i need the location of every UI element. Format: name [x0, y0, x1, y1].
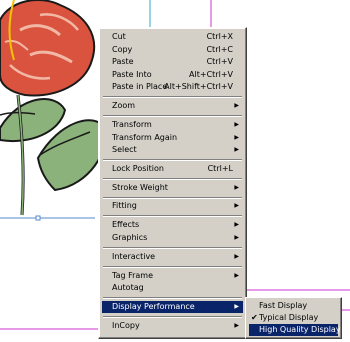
submenu-item-high-quality-display[interactable]: High Quality Display: [249, 324, 341, 336]
menu-item-select[interactable]: Select ▶: [102, 144, 243, 156]
menu-item-shortcut: Ctrl+L: [207, 164, 233, 173]
submenu-arrow-icon: ▶: [234, 253, 239, 260]
menu-item-label: Paste in Place: [112, 82, 168, 91]
submenu-arrow-icon: ▶: [234, 184, 239, 191]
menu-item-graphics[interactable]: Graphics ▶: [102, 232, 243, 244]
submenu-arrow-icon: ▶: [234, 322, 239, 329]
submenu-arrow-icon: ▶: [234, 121, 239, 128]
menu-item-fitting[interactable]: Fitting ▶: [102, 200, 243, 212]
menu-separator: [103, 247, 242, 249]
submenu-arrow-icon: ▶: [234, 202, 239, 209]
submenu-item-fast-display[interactable]: Fast Display: [249, 300, 338, 312]
menu-item-stroke-weight[interactable]: Stroke Weight ▶: [102, 182, 243, 194]
menu-item-copy[interactable]: Copy Ctrl+C: [102, 44, 243, 56]
menu-item-effects[interactable]: Effects ▶: [102, 219, 243, 231]
menu-item-label: Cut: [112, 32, 126, 41]
menu-item-cut[interactable]: Cut Ctrl+X: [102, 31, 243, 43]
submenu-arrow-icon: ▶: [234, 146, 239, 153]
menu-item-label: Paste Into: [112, 70, 152, 79]
menu-item-label: Transform: [112, 120, 152, 129]
submenu-arrow-icon: ▶: [234, 102, 239, 109]
menu-item-label: Lock Position: [112, 164, 164, 173]
menu-separator: [103, 297, 242, 299]
submenu-item-label: Fast Display: [259, 301, 308, 310]
menu-item-shortcut: Ctrl+X: [206, 32, 233, 41]
menu-item-label: Graphics: [112, 233, 148, 242]
display-performance-submenu: Fast Display ✔ Typical Display High Quali…: [245, 297, 342, 339]
menu-item-label: Effects: [112, 220, 140, 229]
menu-item-label: Tag Frame: [112, 271, 154, 280]
submenu-arrow-icon: ▶: [234, 221, 239, 228]
menu-item-label: Zoom: [112, 101, 136, 110]
menu-item-label: Fitting: [112, 201, 137, 210]
menu-separator: [103, 266, 242, 268]
menu-item-label: Autotag: [112, 283, 144, 292]
menu-separator: [103, 197, 242, 199]
menu-separator: [103, 159, 242, 161]
checkmark-icon: ✔: [251, 313, 258, 322]
menu-separator: [103, 178, 242, 180]
submenu-arrow-icon: ▶: [234, 303, 239, 310]
menu-item-paste[interactable]: Paste Ctrl+V: [102, 56, 243, 68]
menu-item-shortcut: Ctrl+C: [206, 45, 233, 54]
menu-item-lock-position[interactable]: Lock Position Ctrl+L: [102, 163, 243, 175]
context-menu: Cut Ctrl+X Copy Ctrl+C Paste Ctrl+V Paste I…: [98, 27, 247, 339]
menu-item-label: Stroke Weight: [112, 183, 168, 192]
menu-separator: [103, 316, 242, 318]
submenu-item-label: Typical Display: [259, 313, 319, 322]
menu-item-label: Transform Again: [112, 133, 178, 142]
menu-item-transform[interactable]: Transform ▶: [102, 119, 243, 131]
menu-item-interactive[interactable]: Interactive ▶: [102, 251, 243, 263]
menu-item-shortcut: Alt+Shift+Ctrl+V: [164, 82, 233, 91]
menu-item-label: Paste: [112, 57, 134, 66]
menu-item-shortcut: Alt+Ctrl+V: [189, 70, 233, 79]
menu-separator: [103, 96, 242, 98]
menu-separator: [103, 215, 242, 217]
menu-item-paste-into[interactable]: Paste Into Alt+Ctrl+V: [102, 69, 243, 81]
menu-item-transform-again[interactable]: Transform Again ▶: [102, 132, 243, 144]
submenu-arrow-icon: ▶: [234, 234, 239, 241]
menu-item-shortcut: Ctrl+V: [206, 57, 233, 66]
menu-item-tag-frame[interactable]: Tag Frame ▶: [102, 270, 243, 282]
menu-item-label: Interactive: [112, 252, 156, 261]
menu-item-incopy[interactable]: InCopy ▶: [102, 320, 243, 332]
menu-item-label: Select: [112, 145, 137, 154]
submenu-item-label: High Quality Display: [259, 325, 341, 334]
menu-item-label: Copy: [112, 45, 133, 54]
menu-item-label: InCopy: [112, 321, 140, 330]
menu-item-zoom[interactable]: Zoom ▶: [102, 100, 243, 112]
menu-item-autotag[interactable]: Autotag: [102, 282, 243, 294]
menu-item-paste-in-place[interactable]: Paste in Place Alt+Shift+Ctrl+V: [102, 81, 243, 93]
submenu-arrow-icon: ▶: [234, 134, 239, 141]
menu-separator: [103, 115, 242, 117]
submenu-arrow-icon: ▶: [234, 272, 239, 279]
submenu-item-typical-display[interactable]: ✔ Typical Display: [249, 312, 338, 324]
menu-item-label: Display Performance: [112, 302, 195, 311]
menu-item-display-performance[interactable]: Display Performance ▶: [102, 301, 243, 313]
